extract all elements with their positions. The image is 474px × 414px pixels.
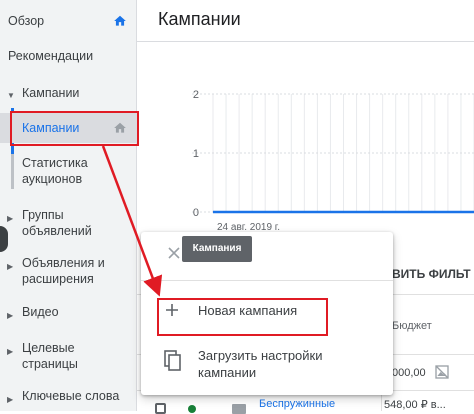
annotation-arrow — [101, 145, 163, 297]
